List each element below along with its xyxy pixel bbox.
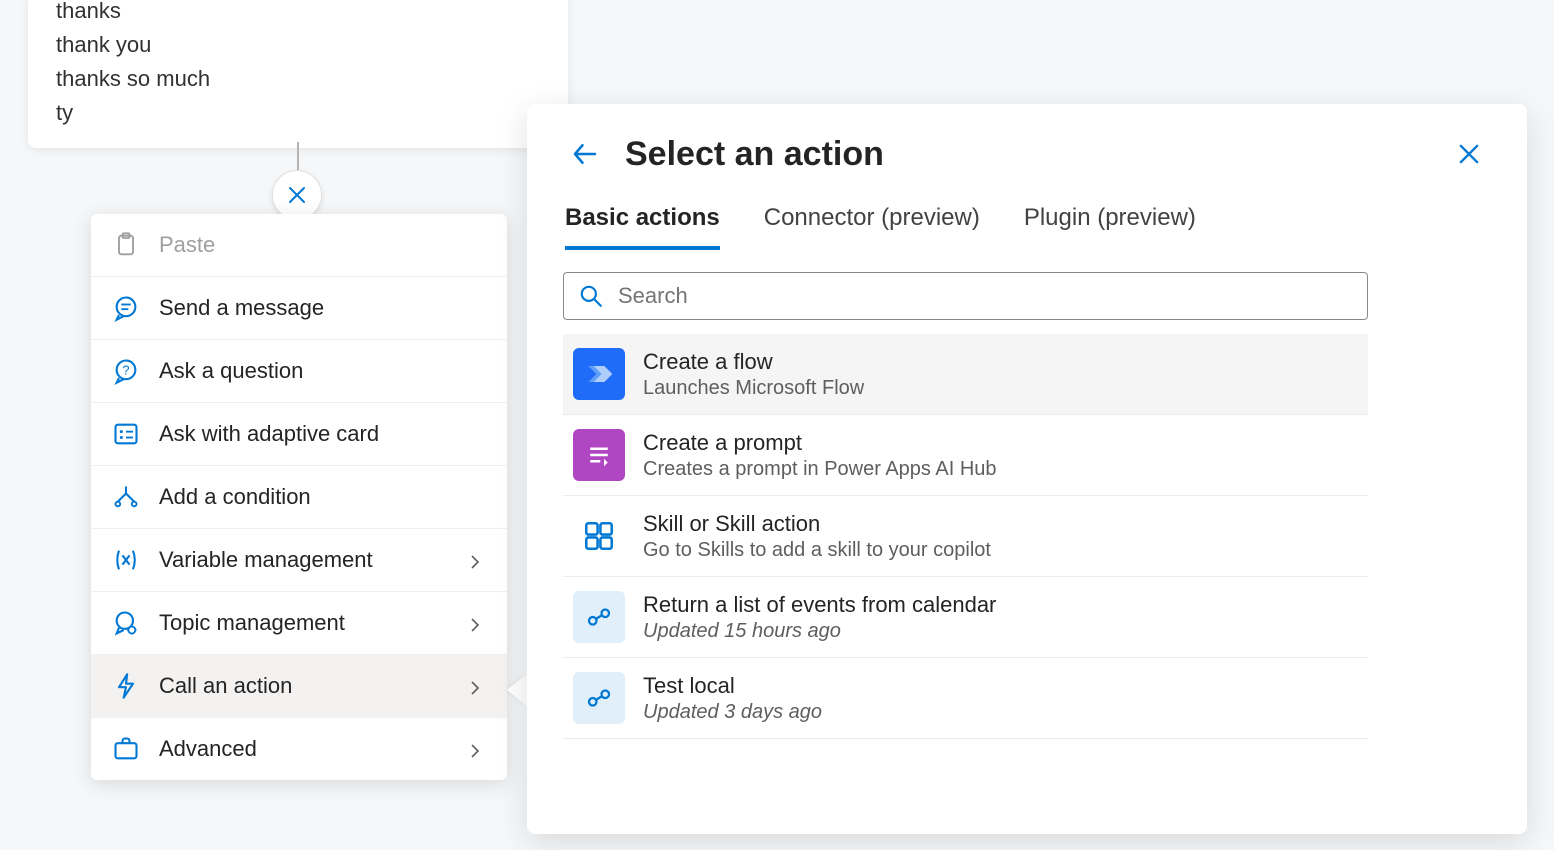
trigger-phrase: ty xyxy=(56,96,540,130)
action-title: Test local xyxy=(643,673,822,699)
flyout-pointer xyxy=(507,674,527,706)
close-button[interactable] xyxy=(1447,132,1491,176)
arrow-left-icon xyxy=(570,139,600,169)
paste-icon xyxy=(111,230,141,260)
flow-icon xyxy=(573,348,625,400)
action-create-prompt[interactable]: Create a prompt Creates a prompt in Powe… xyxy=(563,415,1368,496)
menu-item-call-action[interactable]: Call an action xyxy=(91,655,507,718)
connector-line xyxy=(297,142,299,172)
menu-label: Ask with adaptive card xyxy=(159,421,379,447)
search-box[interactable] xyxy=(563,272,1368,320)
skill-icon xyxy=(573,510,625,562)
action-subtitle: Creates a prompt in Power Apps AI Hub xyxy=(643,458,997,481)
condition-icon xyxy=(111,482,141,512)
chevron-right-icon xyxy=(467,550,487,570)
menu-item-send-message[interactable]: Send a message xyxy=(91,277,507,340)
close-icon xyxy=(285,183,309,207)
action-skill[interactable]: Skill or Skill action Go to Skills to ad… xyxy=(563,496,1368,577)
menu-label: Advanced xyxy=(159,736,257,762)
action-list: Create a flow Launches Microsoft Flow Cr… xyxy=(563,334,1368,739)
action-icon xyxy=(111,671,141,701)
action-subtitle: Updated 3 days ago xyxy=(643,701,822,724)
action-calendar-events[interactable]: Return a list of events from calendar Up… xyxy=(563,577,1368,658)
trigger-phrase: thanks so much xyxy=(56,62,540,96)
action-title: Create a flow xyxy=(643,349,864,375)
menu-label: Add a condition xyxy=(159,484,311,510)
cloud-flow-icon xyxy=(573,591,625,643)
menu-label: Call an action xyxy=(159,673,292,699)
panel-header: Select an action xyxy=(563,132,1491,176)
back-button[interactable] xyxy=(563,132,607,176)
svg-text:?: ? xyxy=(122,363,129,378)
trigger-phrase: thanks xyxy=(56,0,540,28)
add-node-button[interactable] xyxy=(272,170,322,220)
panel-title: Select an action xyxy=(625,135,1447,174)
chevron-right-icon xyxy=(467,676,487,696)
variable-icon xyxy=(111,545,141,575)
chevron-right-icon xyxy=(467,739,487,759)
tab-connector[interactable]: Connector (preview) xyxy=(764,204,980,250)
close-icon xyxy=(1455,140,1483,168)
panel-tabs: Basic actions Connector (preview) Plugin… xyxy=(563,204,1491,250)
action-test-local[interactable]: Test local Updated 3 days ago xyxy=(563,658,1368,739)
select-action-panel: Select an action Basic actions Connector… xyxy=(527,104,1527,834)
search-input[interactable] xyxy=(618,283,1353,309)
cloud-flow-icon xyxy=(573,672,625,724)
menu-label: Variable management xyxy=(159,547,373,573)
menu-item-ask-question[interactable]: ? Ask a question xyxy=(91,340,507,403)
message-icon xyxy=(111,293,141,323)
node-context-menu: Paste Send a message ? Ask a question As… xyxy=(91,214,507,780)
action-title: Create a prompt xyxy=(643,430,997,456)
action-create-flow[interactable]: Create a flow Launches Microsoft Flow xyxy=(563,334,1368,415)
tab-basic-actions[interactable]: Basic actions xyxy=(565,204,720,250)
menu-label: Ask a question xyxy=(159,358,303,384)
menu-item-adaptive-card[interactable]: Ask with adaptive card xyxy=(91,403,507,466)
advanced-icon xyxy=(111,734,141,764)
action-title: Return a list of events from calendar xyxy=(643,592,996,618)
card-icon xyxy=(111,419,141,449)
chevron-right-icon xyxy=(467,613,487,633)
menu-item-advanced[interactable]: Advanced xyxy=(91,718,507,780)
menu-label: Paste xyxy=(159,232,215,258)
menu-item-topic[interactable]: Topic management xyxy=(91,592,507,655)
menu-item-condition[interactable]: Add a condition xyxy=(91,466,507,529)
trigger-phrase-card: thanks thank you thanks so much ty xyxy=(28,0,568,148)
tab-plugin[interactable]: Plugin (preview) xyxy=(1024,204,1196,250)
trigger-phrase: thank you xyxy=(56,28,540,62)
menu-item-variable[interactable]: Variable management xyxy=(91,529,507,592)
question-icon: ? xyxy=(111,356,141,386)
search-icon xyxy=(578,283,604,309)
topic-icon xyxy=(111,608,141,638)
action-subtitle: Launches Microsoft Flow xyxy=(643,377,864,400)
menu-item-paste[interactable]: Paste xyxy=(91,214,507,277)
action-subtitle: Updated 15 hours ago xyxy=(643,620,996,643)
prompt-icon xyxy=(573,429,625,481)
menu-label: Send a message xyxy=(159,295,324,321)
menu-label: Topic management xyxy=(159,610,345,636)
action-title: Skill or Skill action xyxy=(643,511,991,537)
action-subtitle: Go to Skills to add a skill to your copi… xyxy=(643,539,991,562)
